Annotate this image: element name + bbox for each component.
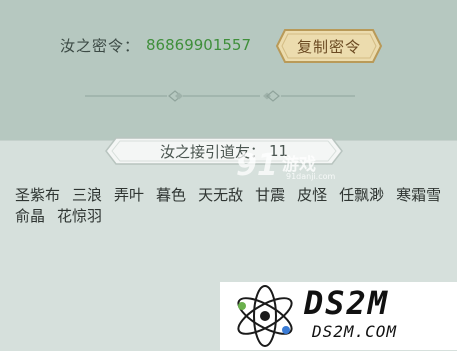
ds2m-title: DS2M <box>304 284 390 322</box>
atom-logo-icon <box>237 285 293 347</box>
password-row: 汝之密令： 86869901557 <box>60 28 251 62</box>
friends-name-list: 圣紫布 三浪 弄叶 暮色 天无敌 甘震 皮怪 任飘渺 寒霜雪俞晶 花惊羽 <box>12 185 452 227</box>
password-panel <box>0 0 457 140</box>
copy-password-label: 复制密令 <box>296 37 361 56</box>
friends-header: 汝之接引道友： 11 <box>104 136 344 166</box>
friend-name[interactable]: 弄叶 <box>111 185 147 206</box>
ds2m-url: DS2M.COM <box>312 322 398 341</box>
ornament-divider-icon <box>85 90 355 102</box>
friend-name[interactable]: 任飘渺 <box>336 185 387 206</box>
password-value: 86869901557 <box>146 36 251 54</box>
friend-name[interactable]: 俞晶 <box>12 206 48 227</box>
friend-name[interactable]: 甘震 <box>252 185 288 206</box>
friend-name[interactable]: 寒霜雪 <box>393 185 444 206</box>
friend-name[interactable]: 三浪 <box>69 185 105 206</box>
password-label: 汝之密令： <box>60 36 141 55</box>
friend-name[interactable]: 暮色 <box>153 185 189 206</box>
friends-count: 11 <box>268 142 289 160</box>
copy-password-button[interactable]: 复制密令 <box>275 28 383 64</box>
friend-name[interactable]: 花惊羽 <box>54 206 105 227</box>
friend-name[interactable]: 天无敌 <box>195 185 246 206</box>
friend-name[interactable]: 圣紫布 <box>12 185 63 206</box>
ds2m-watermark: DS2M DS2M.COM <box>220 282 457 350</box>
friends-header-label: 汝之接引道友： <box>159 142 265 161</box>
friend-name[interactable]: 皮怪 <box>294 185 330 206</box>
